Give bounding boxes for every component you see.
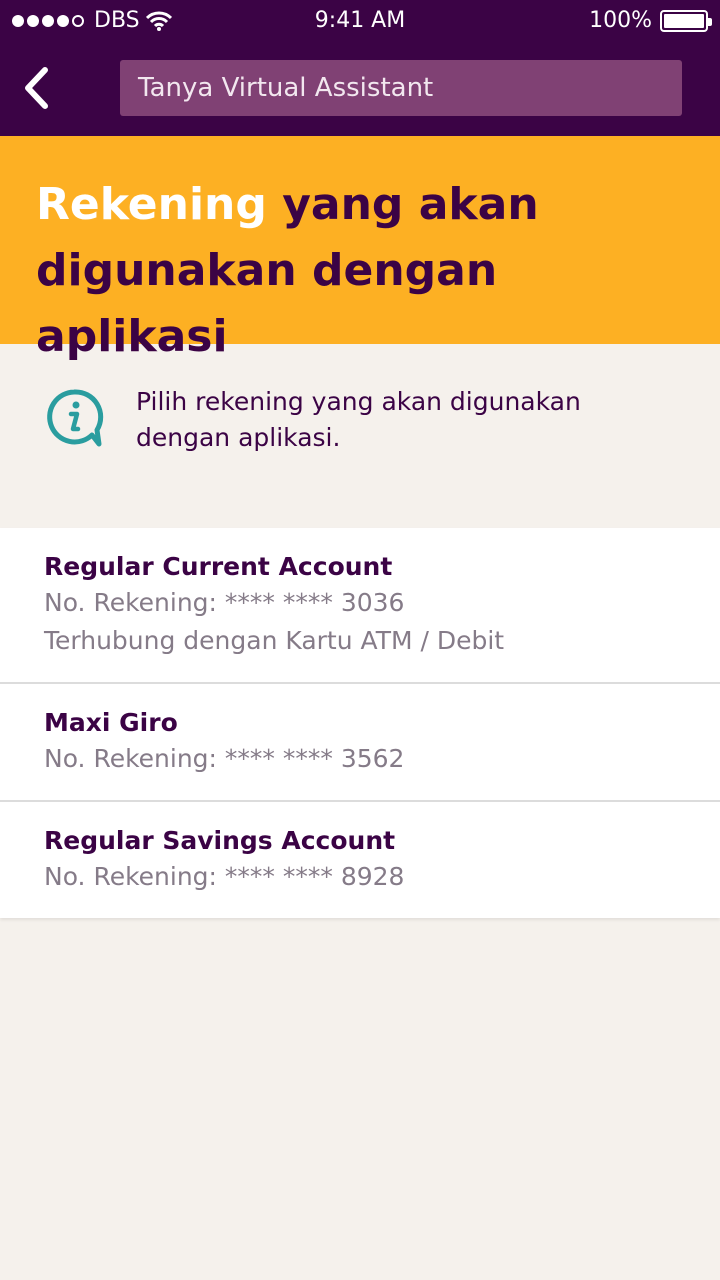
account-item-savings[interactable]: Regular Savings Account No. Rekening: **… (0, 802, 720, 918)
account-number: No. Rekening: **** **** 3036 (44, 588, 405, 617)
account-item-current[interactable]: Regular Current Account No. Rekening: **… (0, 528, 720, 684)
account-note: Terhubung dengan Kartu ATM / Debit (44, 626, 505, 655)
status-right: 100% (589, 8, 712, 33)
account-number: No. Rekening: **** **** 8928 (44, 862, 405, 891)
title-highlight: Rekening (36, 179, 267, 230)
chevron-left-icon (25, 67, 48, 109)
account-name: Regular Savings Account (44, 826, 396, 855)
account-list: Regular Current Account No. Rekening: **… (0, 528, 720, 918)
back-button[interactable] (16, 64, 56, 112)
info-message: Pilih rekening yang akan digunakan denga… (136, 387, 581, 452)
battery-icon (660, 9, 712, 32)
battery-percent: 100% (589, 8, 652, 33)
account-name: Regular Current Account (44, 552, 393, 581)
account-item-maxi-giro[interactable]: Maxi Giro No. Rekening: **** **** 3562 (0, 684, 720, 802)
account-name: Maxi Giro (44, 708, 178, 737)
info-bubble-icon (47, 389, 104, 447)
page-title: Rekening yang akan digunakan dengan apli… (36, 172, 696, 370)
account-number: No. Rekening: **** **** 3562 (44, 744, 405, 773)
virtual-assistant-search[interactable]: Tanya Virtual Assistant (120, 60, 682, 116)
top-bar: DBS 9:41 AM 100% Tanya Virtual Assistant (0, 0, 720, 136)
status-bar: DBS 9:41 AM 100% (0, 0, 720, 44)
